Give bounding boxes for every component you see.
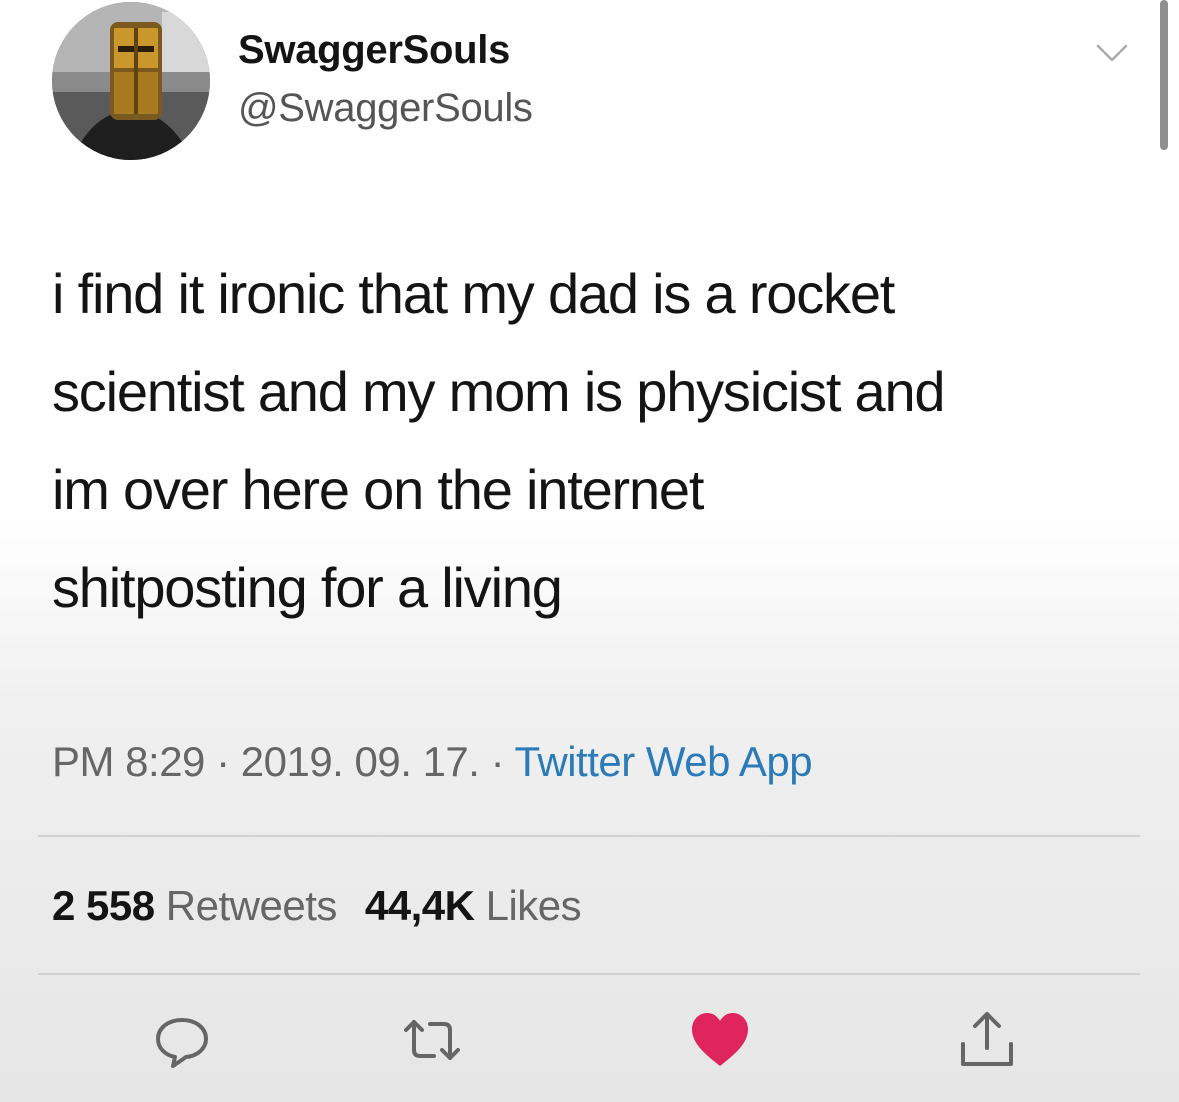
avatar-helmet-image (52, 2, 210, 160)
likes-count: 44,4K (364, 882, 475, 929)
tweet-line: im over here on the internet (52, 458, 704, 521)
reply-button[interactable] (150, 1008, 214, 1072)
display-name[interactable]: SwaggerSouls (238, 28, 510, 73)
divider (38, 973, 1140, 975)
retweets-label: Retweets (165, 882, 338, 929)
tweet-line: i find it ironic that my dad is a rocket (52, 262, 895, 325)
retweets-stat[interactable]: 2 558 Retweets (52, 882, 337, 929)
tweet-date[interactable]: 2019. 09. 17. (241, 738, 480, 785)
tweet-text: i find it ironic that my dad is a rocket… (52, 245, 1132, 637)
meta-separator: · (204, 738, 241, 785)
share-button[interactable] (955, 1008, 1019, 1072)
scrollbar[interactable] (1160, 0, 1168, 150)
chevron-down-icon[interactable] (1092, 38, 1132, 68)
likes-stat[interactable]: 44,4K Likes (364, 882, 582, 929)
retweet-icon (404, 1020, 460, 1060)
reply-icon (156, 1018, 208, 1068)
heart-icon (692, 1013, 748, 1066)
like-button[interactable] (688, 1008, 752, 1072)
retweet-button[interactable] (400, 1008, 464, 1072)
tweet-stats: 2 558 Retweets 44,4K Likes (52, 882, 582, 930)
likes-label: Likes (485, 882, 582, 929)
user-handle[interactable]: @SwaggerSouls (238, 86, 533, 131)
meta-separator: · (479, 738, 515, 785)
tweet-meta: PM 8:29 · 2019. 09. 17. · Twitter Web Ap… (52, 738, 813, 786)
tweet-source-link[interactable]: Twitter Web App (515, 738, 813, 785)
retweets-count: 2 558 (52, 882, 155, 929)
avatar[interactable] (52, 2, 210, 160)
share-icon (961, 1012, 1013, 1066)
tweet-line: shitposting for a living (52, 556, 563, 619)
tweet-line: scientist and my mom is physicist and (52, 360, 946, 423)
divider (38, 835, 1140, 837)
tweet-time[interactable]: PM 8:29 (52, 738, 205, 785)
